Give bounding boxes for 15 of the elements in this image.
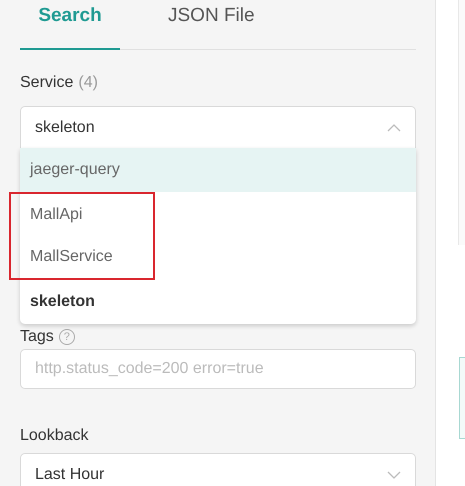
field-label: Service <box>20 74 74 92</box>
tags-input[interactable]: http.status_code=200 error=true <box>20 349 416 389</box>
lookback-select[interactable]: Last Hour <box>20 453 416 486</box>
dropdown-option[interactable]: MallApi <box>30 194 153 236</box>
dropdown-option[interactable]: jaeger-query <box>20 148 416 192</box>
service-count: (4) <box>78 74 98 92</box>
tab[interactable]: Search <box>20 0 120 50</box>
field-label: Tags <box>20 328 54 346</box>
caret-icon <box>387 124 401 132</box>
dropdown-option[interactable]: MallService <box>30 236 153 278</box>
dropdown-option[interactable]: skeleton <box>20 280 416 324</box>
tab[interactable]: JSON File <box>150 0 273 50</box>
caret-icon <box>387 471 401 479</box>
field-label: Lookback <box>20 427 88 445</box>
service-select[interactable]: skeleton <box>20 106 416 150</box>
